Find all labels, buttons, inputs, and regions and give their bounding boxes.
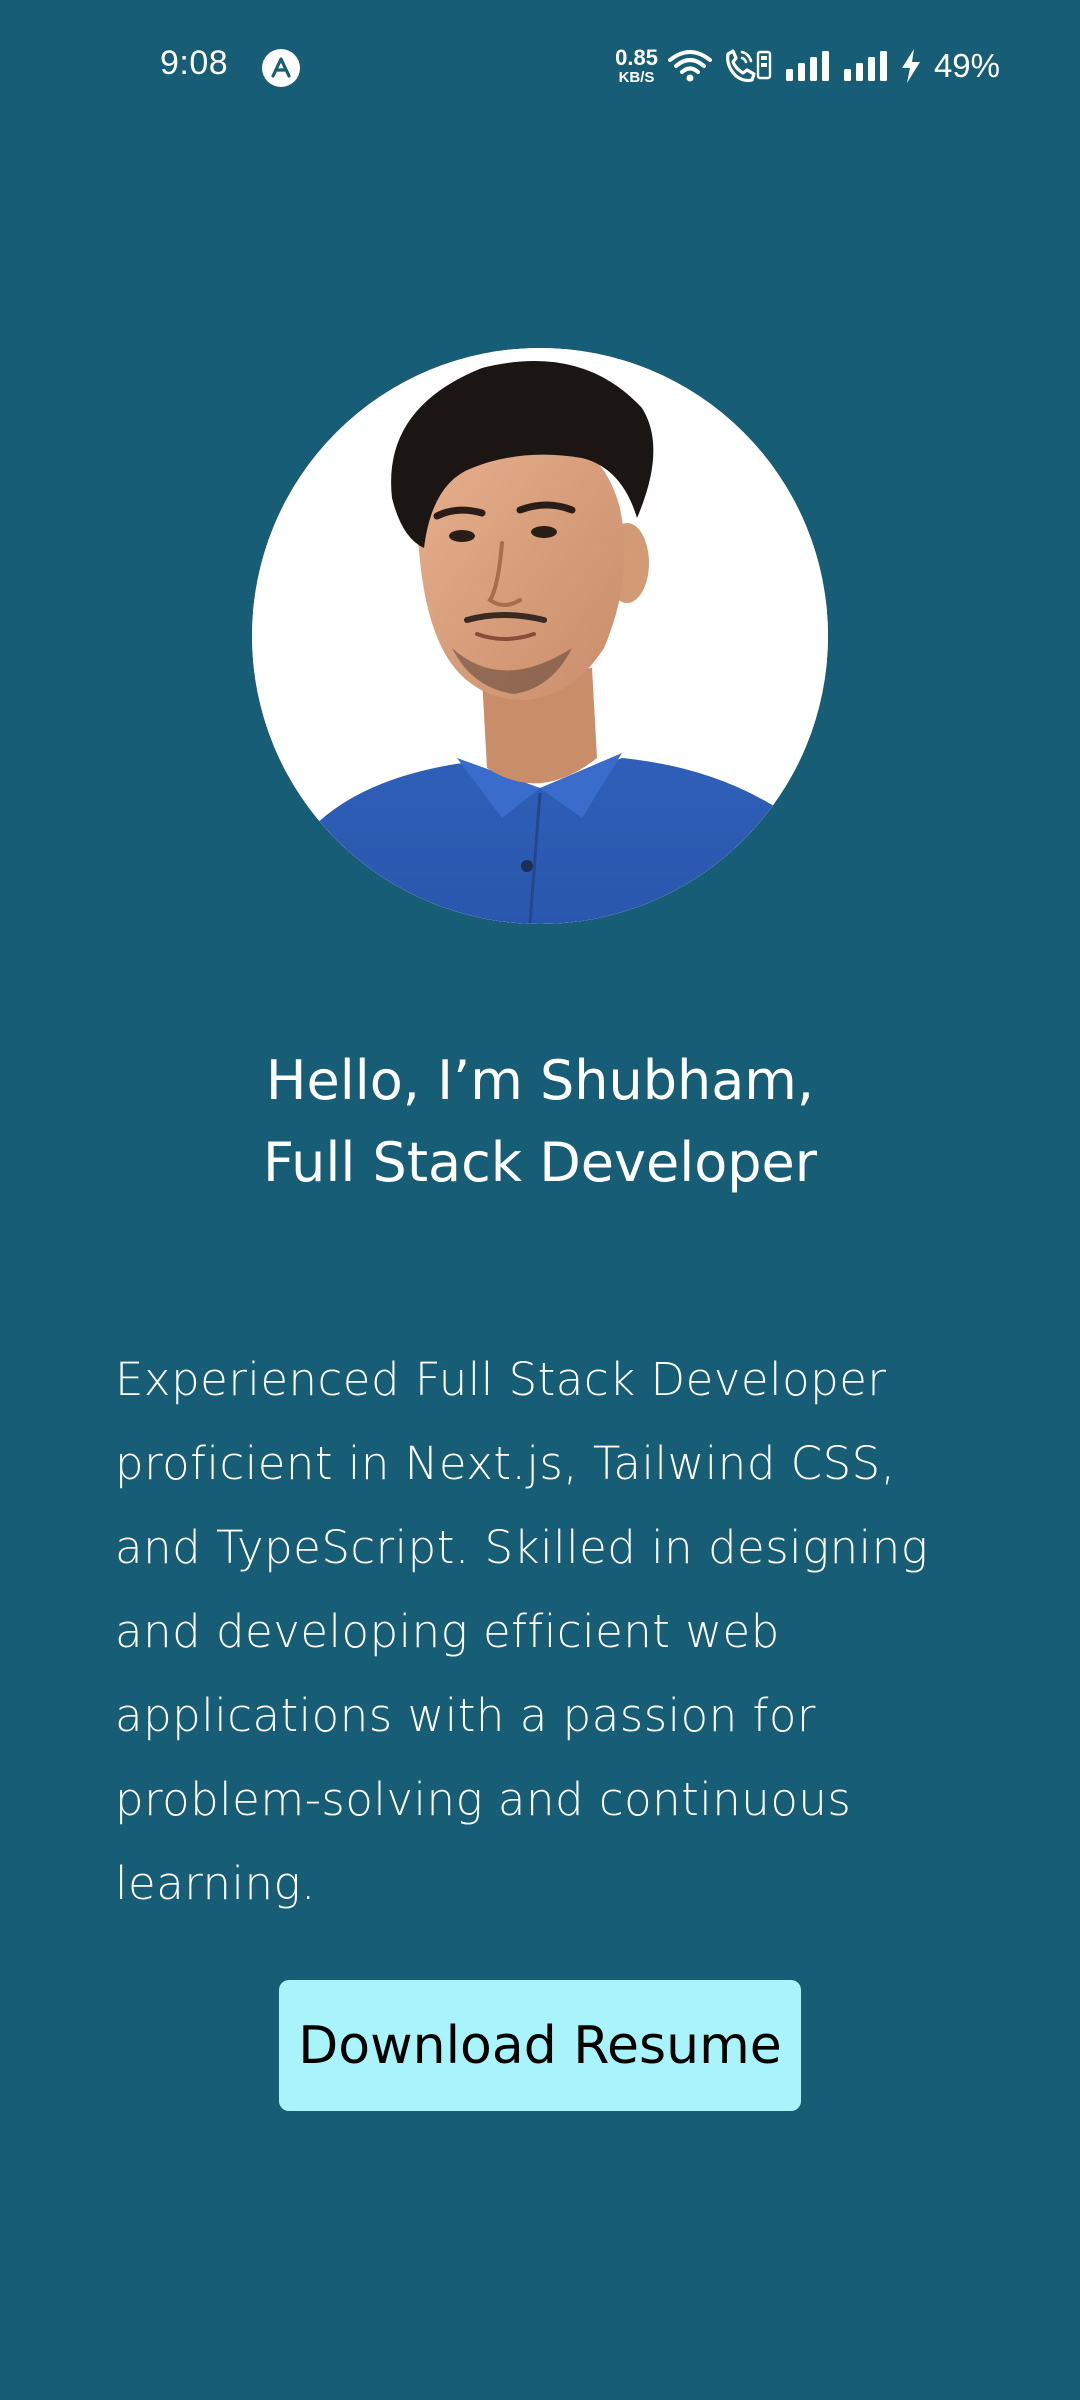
profile-photo: [252, 348, 828, 924]
status-bar: 9:08 0.85 KB/S 49%: [0, 0, 1080, 130]
title-greeting: Hello, I’m Shubham,: [265, 1049, 815, 1112]
profile-avatar: [252, 348, 828, 924]
network-speed-value: 0.85: [615, 45, 658, 70]
profile-description: Experienced Full Stack Developer profici…: [115, 1353, 929, 1910]
volte-call-icon: [726, 49, 772, 83]
status-indicators: 0.85 KB/S 49%: [615, 44, 1000, 88]
battery-percent: 49%: [933, 47, 1000, 84]
title-role: Full Stack Developer: [263, 1131, 817, 1194]
signal-icon: [785, 51, 829, 81]
page-title: Hello, I’m Shubham, Full Stack Developer: [0, 1040, 1080, 1204]
wifi-icon: [667, 50, 712, 82]
notification-app-icon: [262, 49, 300, 87]
signal-icon: [843, 51, 887, 81]
status-time: 9:08: [160, 44, 229, 82]
download-resume-button[interactable]: Download Resume: [279, 1980, 801, 2111]
network-speed-unit: KB/S: [618, 69, 655, 86]
charging-bolt-icon: [901, 49, 920, 83]
network-speed: 0.85 KB/S: [615, 45, 658, 86]
